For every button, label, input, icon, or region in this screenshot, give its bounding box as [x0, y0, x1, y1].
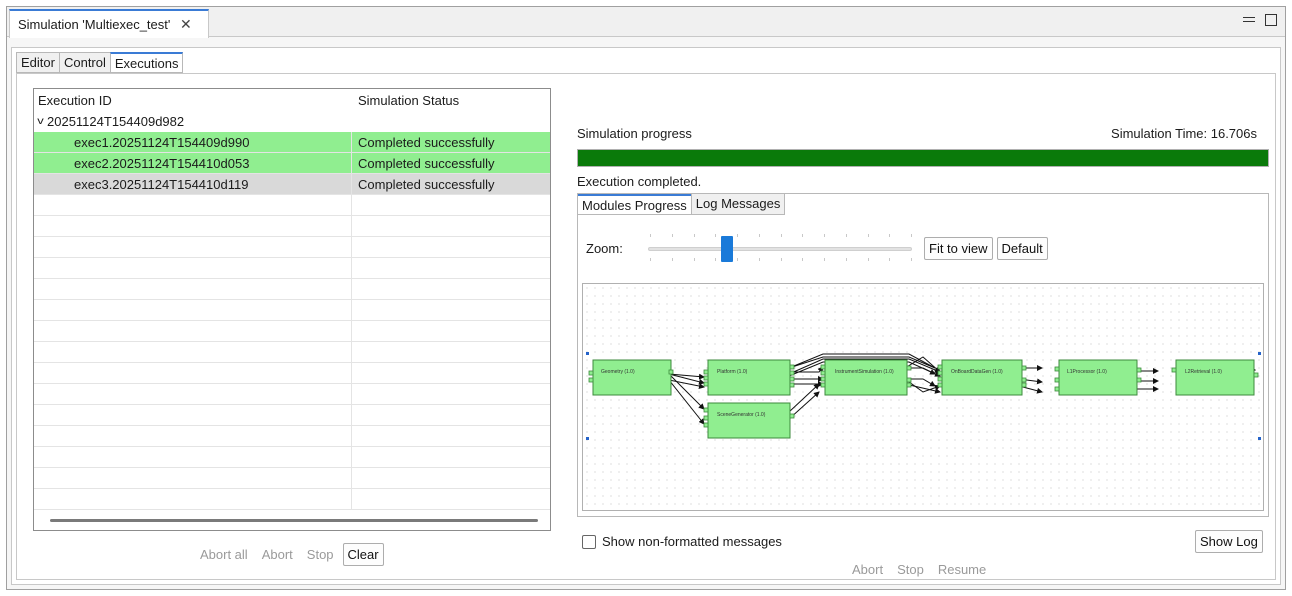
module-node-geometry[interactable]: Geometry (1.0) — [592, 359, 672, 396]
close-icon[interactable]: ✕ — [180, 16, 192, 32]
abort-simulation-button[interactable]: Abort — [847, 558, 888, 581]
tree-group-row[interactable]: v 20251124T154409d982 — [34, 111, 550, 132]
show-non-formatted-checkbox[interactable] — [582, 535, 596, 549]
window-controls — [1243, 14, 1277, 26]
progress-label: Simulation progress — [577, 126, 692, 141]
module-node-l2-retrieval[interactable]: L2Retrieval (1.0) — [1175, 359, 1255, 396]
progress-fill — [578, 150, 1268, 166]
module-label-platform: Platform (1.0) — [717, 369, 748, 375]
slider-ticks-bottom — [650, 258, 912, 262]
editor-tab-simulation[interactable]: Simulation 'Multiexec_test' ✕ — [9, 9, 209, 38]
show-log-button[interactable]: Show Log — [1195, 530, 1263, 553]
tab-executions[interactable]: Executions — [109, 52, 184, 73]
module-node-instrument-simulation[interactable]: InstrumentSimulation (1.0) — [824, 359, 908, 396]
zoom-slider-thumb[interactable] — [721, 236, 734, 262]
simulation-editor-window: Simulation 'Multiexec_test' ✕ Editor Con… — [6, 6, 1286, 590]
simulation-control-buttons: Abort Stop Resume — [847, 558, 991, 581]
clear-button[interactable]: Clear — [342, 543, 384, 566]
log-buttons: Show Log — [1195, 530, 1263, 553]
abort-button[interactable]: Abort — [257, 543, 298, 566]
module-node-onboard-data-gen[interactable]: OnBoardDataGen (1.0) — [941, 359, 1023, 396]
editor-tab-strip: Simulation 'Multiexec_test' ✕ — [7, 7, 1285, 38]
default-zoom-button[interactable]: Default — [996, 237, 1048, 260]
zoom-slider[interactable] — [648, 247, 912, 251]
resume-button[interactable]: Resume — [933, 558, 991, 581]
slider-ticks-top — [650, 234, 912, 238]
module-diagram[interactable]: Geometry (1.0) Platform (1.0) SceneGener… — [582, 283, 1264, 511]
execution-id-cell: exec2.20251124T154410d053 — [34, 153, 352, 173]
status-cell: Completed successfully — [358, 176, 495, 192]
module-label-l2-retrieval: L2Retrieval (1.0) — [1185, 369, 1222, 375]
module-nodes: Geometry (1.0) Platform (1.0) SceneGener… — [592, 359, 1255, 439]
status-cell: Completed successfully — [358, 155, 495, 171]
module-graph: Geometry (1.0) Platform (1.0) SceneGener… — [586, 352, 1261, 440]
module-label-l1-processor: L1Processor (1.0) — [1067, 369, 1107, 375]
maximize-icon[interactable] — [1265, 14, 1277, 26]
minimize-icon[interactable] — [1243, 14, 1255, 26]
table-header: Execution ID Simulation Status — [34, 89, 550, 111]
zoom-label: Zoom: — [586, 241, 623, 256]
zoom-buttons: Fit to view Default — [924, 237, 1048, 260]
table-row[interactable]: exec1.20251124T154409d990 Completed succ… — [34, 132, 550, 153]
stop-button[interactable]: Stop — [302, 543, 339, 566]
abort-all-button[interactable]: Abort all — [195, 543, 253, 566]
editor-content: Editor Control Executions Execution ID S… — [11, 47, 1281, 585]
status-cell: Completed successfully — [358, 134, 495, 150]
empty-rows — [34, 195, 550, 510]
chevron-down-icon[interactable]: v — [37, 116, 44, 127]
modules-panel: Modules Progress Log Messages Zoom: Fit … — [577, 193, 1269, 517]
column-header-status[interactable]: Simulation Status — [352, 93, 550, 108]
tab-control[interactable]: Control — [58, 52, 111, 73]
module-label-instrument-simulation: InstrumentSimulation (1.0) — [835, 369, 894, 375]
table-row[interactable]: exec3.20251124T154410d119 Completed succ… — [34, 174, 550, 195]
module-label-geometry: Geometry (1.0) — [601, 369, 635, 375]
execution-id-cell: exec1.20251124T154409d990 — [34, 132, 352, 152]
execution-status: Execution completed. — [577, 174, 702, 189]
module-node-scene-generator[interactable]: SceneGenerator (1.0) — [707, 402, 791, 439]
module-node-platform[interactable]: Platform (1.0) — [707, 359, 791, 396]
module-node-l1-processor[interactable]: L1Processor (1.0) — [1058, 359, 1138, 396]
tab-modules-progress[interactable]: Modules Progress — [578, 194, 692, 215]
execution-id-cell: exec3.20251124T154410d119 — [34, 174, 352, 194]
fit-to-view-button[interactable]: Fit to view — [924, 237, 993, 260]
editor-tab-title: Simulation 'Multiexec_test' — [18, 17, 171, 32]
column-header-execution-id[interactable]: Execution ID — [34, 93, 352, 108]
show-non-formatted-label: Show non-formatted messages — [602, 534, 782, 549]
simulation-progress-bar — [577, 149, 1269, 167]
group-label: 20251124T154409d982 — [47, 114, 185, 129]
module-ports — [588, 364, 1259, 428]
tab-log-messages[interactable]: Log Messages — [690, 194, 786, 215]
stop-simulation-button[interactable]: Stop — [892, 558, 929, 581]
tab-editor[interactable]: Editor — [16, 52, 60, 73]
module-label-scene-generator: SceneGenerator (1.0) — [717, 412, 766, 418]
table-row[interactable]: exec2.20251124T154410d053 Completed succ… — [34, 153, 550, 174]
editor-subtabs: Editor Control Executions — [16, 52, 184, 73]
execution-table[interactable]: Execution ID Simulation Status v 2025112… — [33, 88, 551, 531]
horizontal-scrollbar[interactable] — [50, 519, 538, 522]
executions-panel: Execution ID Simulation Status v 2025112… — [16, 73, 1276, 580]
inner-tab-strip: Modules Progress Log Messages — [578, 194, 786, 215]
simulation-time: Simulation Time: 16.706s — [1111, 126, 1257, 141]
module-label-onboard-data-gen: OnBoardDataGen (1.0) — [951, 369, 1003, 375]
execution-buttons: Abort all Abort Stop Clear — [195, 543, 384, 566]
